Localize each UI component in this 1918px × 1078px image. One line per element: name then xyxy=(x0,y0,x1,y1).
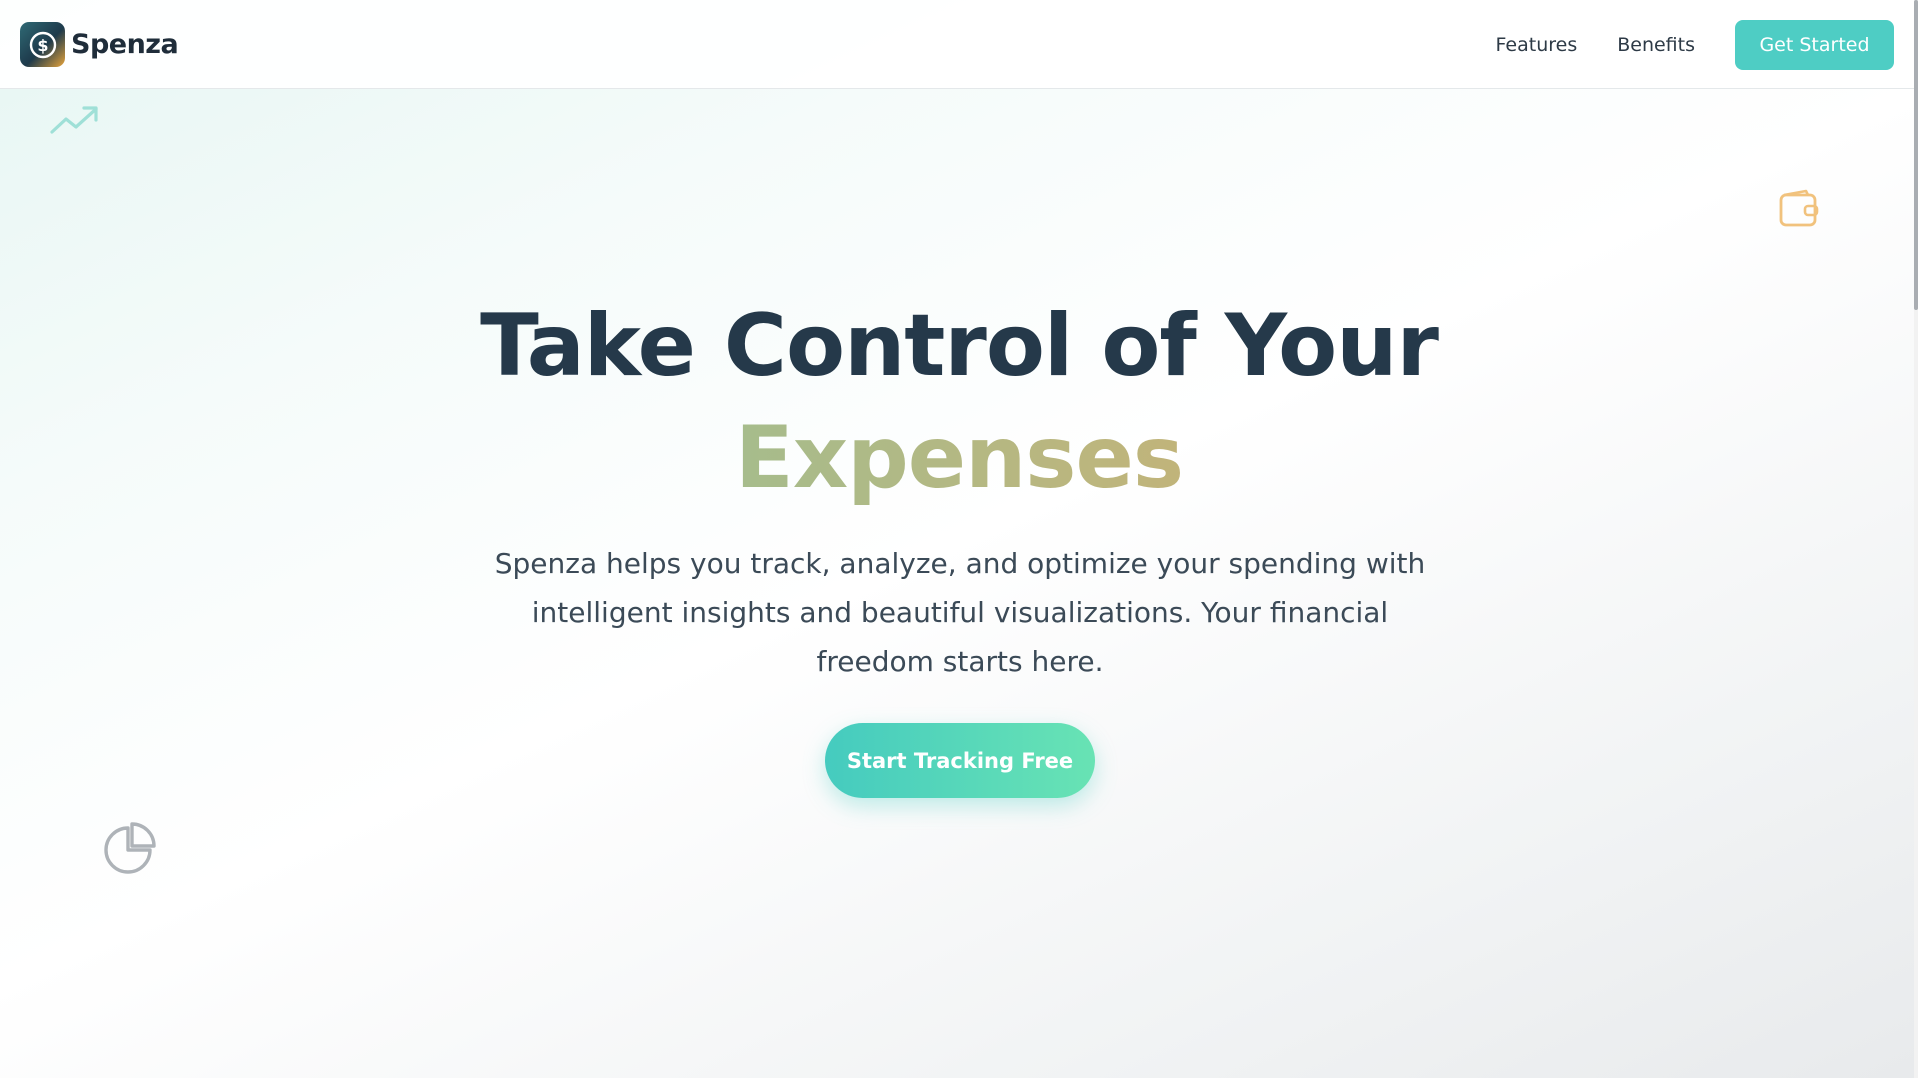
hero-title-accent: Expenses xyxy=(734,408,1184,508)
hero-title-line1: Take Control of Your xyxy=(480,296,1439,396)
start-tracking-button[interactable]: Start Tracking Free xyxy=(825,723,1095,798)
get-started-button[interactable]: Get Started xyxy=(1735,20,1894,70)
hero-subtitle: Spenza helps you track, analyze, and opt… xyxy=(494,547,1426,678)
scrollbar-track[interactable] xyxy=(1914,0,1918,1078)
svg-text:$: $ xyxy=(37,36,48,55)
nav-links: Features Benefits Get Started xyxy=(1496,20,1894,70)
nav-link-features[interactable]: Features xyxy=(1496,34,1578,56)
hero-title: Take Control of Your Expenses xyxy=(0,290,1918,514)
nav-link-benefits[interactable]: Benefits xyxy=(1617,34,1695,56)
brand-logo-link[interactable]: $ Spenza xyxy=(20,22,179,67)
scrollbar-thumb[interactable] xyxy=(1914,0,1918,310)
top-navbar: $ Spenza Features Benefits Get Started xyxy=(0,0,1914,89)
dollar-coin-icon: $ xyxy=(20,22,65,67)
wallet-icon xyxy=(1778,189,1820,233)
trending-up-icon xyxy=(50,104,100,140)
pie-chart-icon xyxy=(100,822,156,882)
brand-name: Spenza xyxy=(71,29,179,60)
